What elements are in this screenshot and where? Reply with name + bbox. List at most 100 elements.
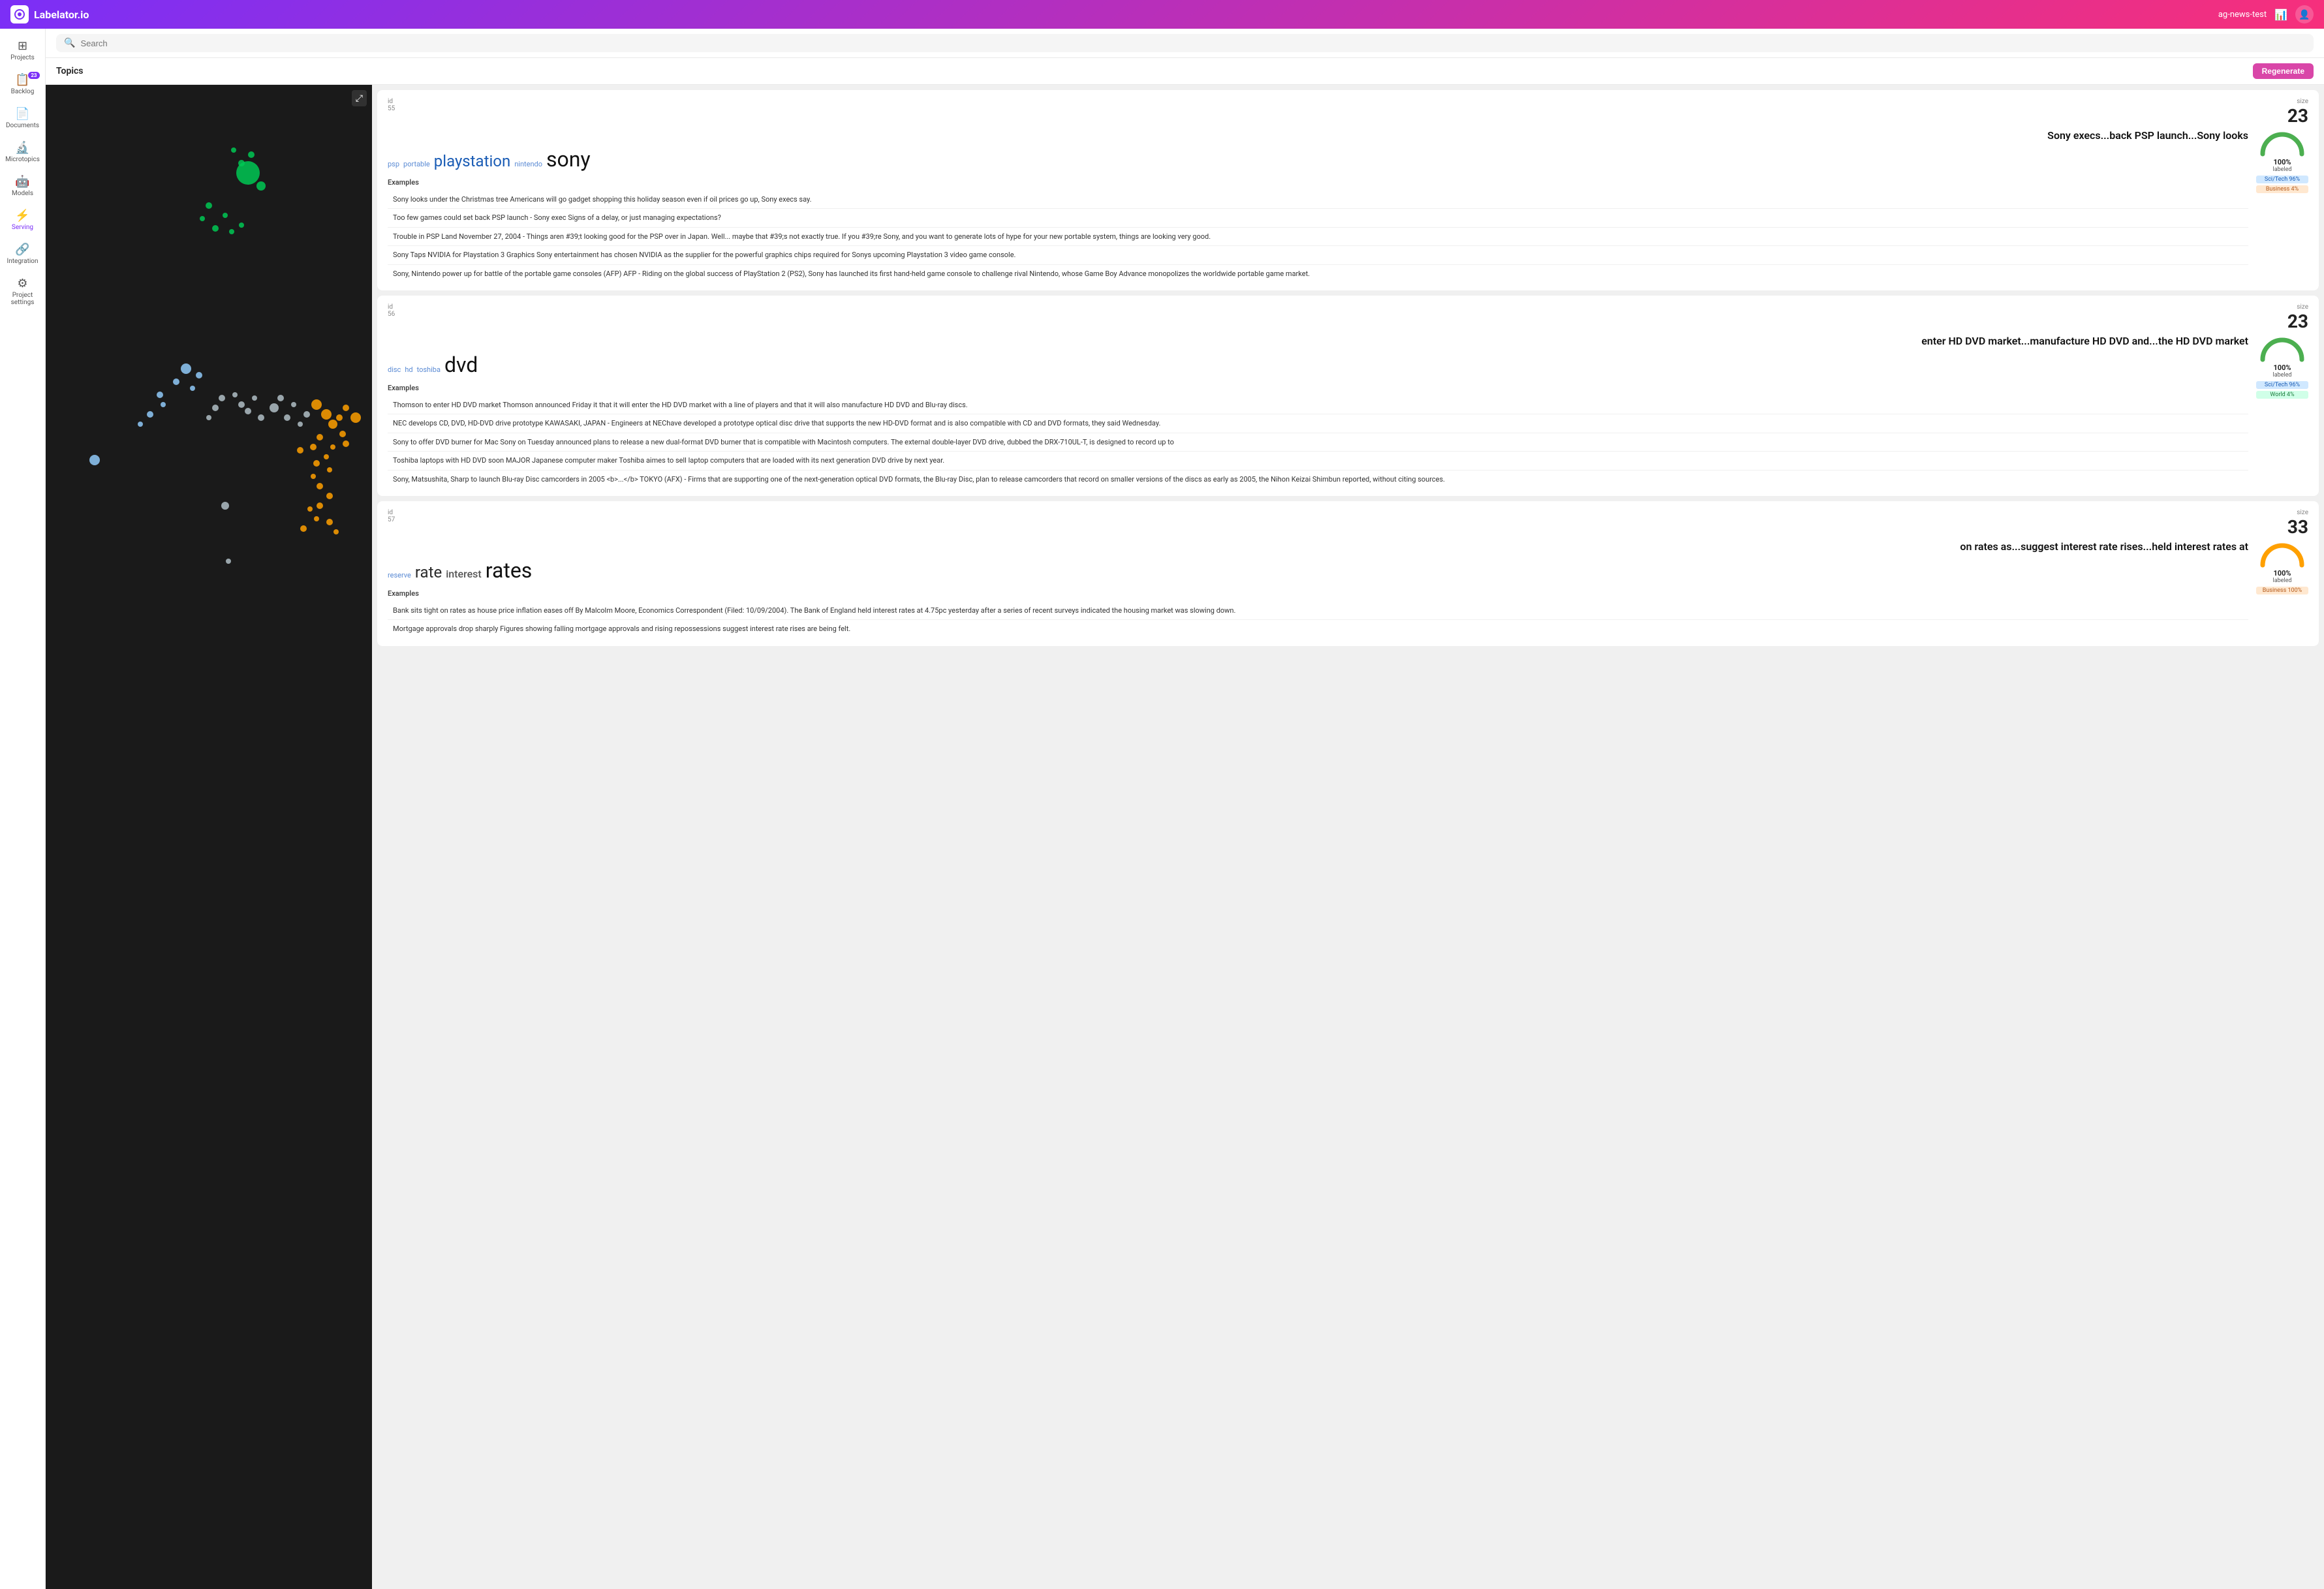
examples-label: Examples — [388, 589, 2248, 598]
scatter-dot[interactable] — [173, 378, 179, 385]
scatter-dot[interactable] — [219, 395, 225, 401]
keyword: portable — [403, 160, 430, 168]
sidebar-item-documents[interactable]: 📄 Documents — [3, 103, 42, 134]
sidebar-item-label-documents: Documents — [6, 122, 39, 129]
scatter-dot[interactable] — [324, 454, 329, 459]
keyword: disc — [388, 365, 401, 374]
scatter-dot[interactable] — [317, 483, 323, 489]
scatter-dot[interactable] — [311, 399, 322, 410]
scatter-dot[interactable] — [206, 415, 211, 420]
chart-icon[interactable]: 📊 — [2274, 8, 2287, 21]
scatter-dot[interactable] — [226, 559, 231, 564]
scatter-dot[interactable] — [291, 402, 296, 407]
scatter-dot[interactable] — [336, 414, 343, 421]
topic-card-inner: enter HD DVD market...manufacture HD DVD… — [388, 335, 2308, 488]
scatter-dot[interactable] — [297, 447, 303, 454]
scatter-dot[interactable] — [327, 467, 332, 472]
search-icon: 🔍 — [64, 38, 75, 48]
scatter-dot[interactable] — [310, 444, 317, 450]
scatter-dot[interactable] — [238, 160, 245, 166]
scatter-dot[interactable] — [311, 474, 316, 479]
scatter-dot[interactable] — [212, 405, 219, 411]
scatter-dot[interactable] — [229, 229, 234, 234]
scatter-dot[interactable] — [326, 493, 333, 499]
scatter-dot[interactable] — [307, 506, 313, 512]
scatter-dot[interactable] — [330, 444, 335, 450]
topic-gauge-area: 100% labeled Sci/Tech 96%Business 4% — [2256, 129, 2308, 283]
scatter-dot[interactable] — [196, 372, 202, 378]
example-item: Mortgage approvals drop sharply Figures … — [388, 620, 2248, 638]
scatter-dot[interactable] — [300, 525, 307, 532]
scatter-dot[interactable] — [232, 392, 238, 397]
app-header: Labelator.io ag-news-test 📊 👤 — [0, 0, 2324, 29]
scatter-dot[interactable] — [321, 409, 332, 420]
scatter-dot[interactable] — [326, 519, 333, 525]
scatter-dot[interactable] — [256, 181, 266, 191]
scatter-dot[interactable] — [252, 395, 257, 401]
scatter-dot[interactable] — [314, 516, 319, 521]
serving-icon: ⚡ — [15, 210, 29, 222]
scatter-dot[interactable] — [277, 395, 284, 401]
sidebar-item-backlog[interactable]: 📋 Backlog 23 — [3, 69, 42, 100]
scatter-dot[interactable] — [328, 420, 337, 429]
sidebar-item-integration[interactable]: 🔗 Integration — [3, 239, 42, 270]
scatter-dot[interactable] — [298, 422, 303, 427]
scatter-dot[interactable] — [258, 414, 264, 421]
scatter-dot[interactable] — [238, 401, 245, 408]
keyword: reserve — [388, 571, 411, 579]
scatter-dot[interactable] — [270, 403, 279, 412]
topic-title: enter HD DVD market...manufacture HD DVD… — [388, 335, 2248, 347]
scatter-dot[interactable] — [231, 147, 236, 153]
scatter-dot[interactable] — [200, 216, 205, 221]
scatter-dot[interactable] — [161, 402, 166, 407]
scatter-dot[interactable] — [343, 405, 349, 411]
gauge-svg — [2259, 335, 2306, 363]
content-area: 🔍 Topics Regenerate ⤢ id55 size — [46, 29, 2324, 1589]
scatter-dot[interactable] — [303, 411, 310, 418]
sidebar-item-microtopics[interactable]: 🔬 Microtopics — [3, 137, 42, 168]
sidebar-item-label-backlog: Backlog — [11, 88, 35, 95]
search-input[interactable] — [80, 39, 2306, 48]
user-button[interactable]: 👤 — [2295, 5, 2314, 23]
search-wrapper: 🔍 — [56, 34, 2314, 52]
sidebar-item-label-models: Models — [12, 190, 33, 197]
sidebar-item-models[interactable]: 🤖 Models — [3, 171, 42, 202]
scatter-dot[interactable] — [333, 529, 339, 534]
scatter-dot[interactable] — [212, 225, 219, 232]
models-icon: 🤖 — [15, 176, 29, 188]
scatter-dot[interactable] — [206, 202, 212, 209]
examples-label: Examples — [388, 178, 2248, 187]
sidebar-item-serving[interactable]: ⚡ Serving — [3, 205, 42, 236]
example-item: Sony to offer DVD burner for Mac Sony on… — [388, 433, 2248, 452]
scatter-dot[interactable] — [248, 151, 255, 158]
scatter-dot[interactable] — [147, 411, 153, 418]
scatter-dot[interactable] — [239, 223, 244, 228]
example-item: Thomson to enter HD DVD market Thomson a… — [388, 396, 2248, 414]
keyword: rate — [415, 563, 442, 581]
scatter-dot[interactable] — [181, 363, 191, 374]
scatter-dot[interactable] — [190, 386, 195, 391]
app-logo: Labelator.io — [10, 5, 89, 23]
label-tag: Business 4% — [2256, 185, 2308, 193]
scatter-dot[interactable] — [245, 408, 251, 414]
regenerate-button[interactable]: Regenerate — [2253, 63, 2314, 79]
scatter-dot[interactable] — [138, 422, 143, 427]
expand-button[interactable]: ⤢ — [352, 90, 367, 106]
scatter-plot — [46, 85, 372, 1589]
sidebar-item-project-settings[interactable]: ⚙ Project settings — [3, 273, 42, 311]
scatter-dot[interactable] — [350, 412, 361, 423]
scatter-dot[interactable] — [157, 392, 163, 398]
scatter-dot[interactable] — [343, 440, 349, 447]
keyword: psp — [388, 160, 399, 168]
gauge-label: labeled — [2273, 578, 2292, 584]
scatter-dot[interactable] — [339, 431, 346, 437]
scatter-dot[interactable] — [89, 455, 100, 465]
scatter-dot[interactable] — [284, 414, 290, 421]
sidebar-item-projects[interactable]: ⊞ Projects — [3, 35, 42, 67]
scatter-dot[interactable] — [313, 460, 320, 467]
scatter-dot[interactable] — [223, 213, 228, 218]
scatter-dot[interactable] — [221, 502, 229, 510]
app-title: Labelator.io — [34, 8, 89, 21]
scatter-dot[interactable] — [317, 502, 323, 509]
scatter-dot[interactable] — [317, 434, 323, 440]
